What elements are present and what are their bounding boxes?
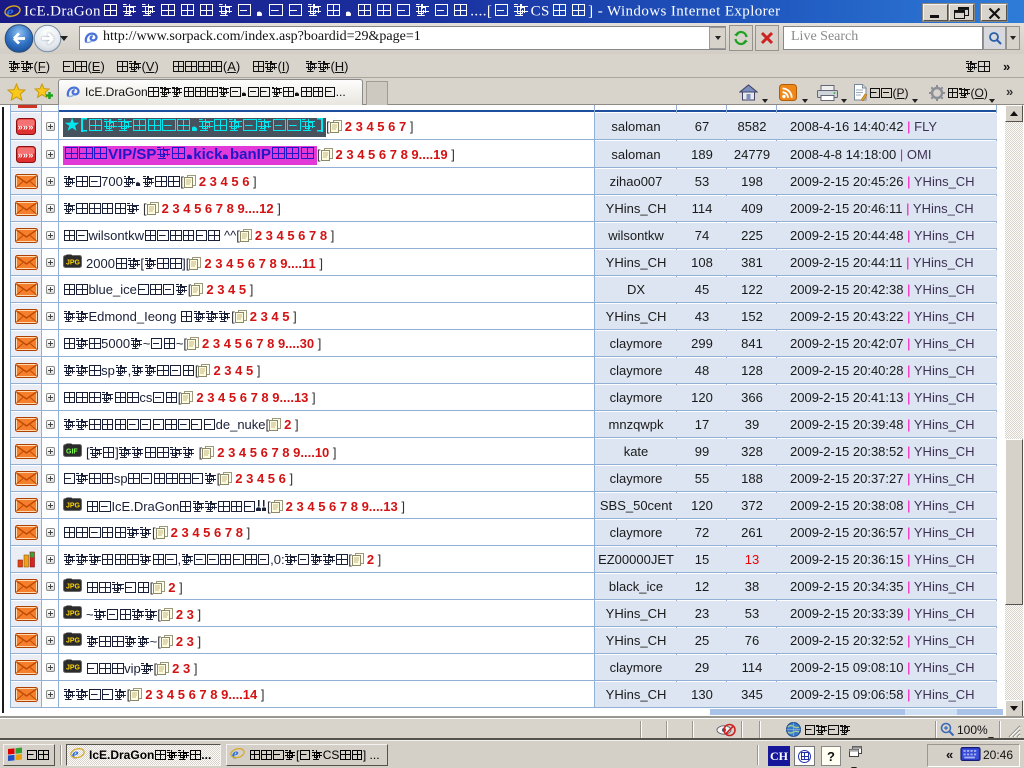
svg-text:JPG: JPG — [66, 638, 81, 645]
svg-text:JPG: JPG — [66, 503, 81, 510]
svg-text:»»»: »»» — [18, 150, 34, 161]
svg-text:JPG: JPG — [66, 260, 81, 267]
svg-text:GIF: GIF — [66, 449, 78, 456]
svg-text:JPG: JPG — [66, 665, 81, 672]
svg-text:»»»: »»» — [18, 122, 34, 133]
svg-text:JPG: JPG — [66, 611, 81, 618]
svg-text:JPG: JPG — [66, 584, 81, 591]
